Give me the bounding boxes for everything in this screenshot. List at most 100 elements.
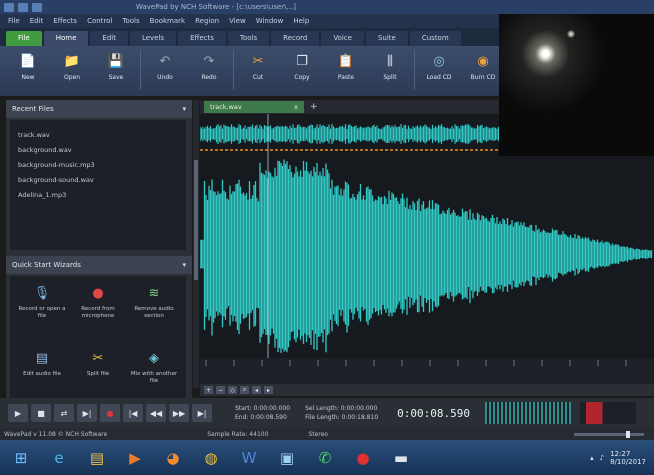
zoom-selection-icon[interactable]: ⌕ [240,386,249,394]
menu-item[interactable]: Bookmark [150,17,185,25]
app-icon[interactable]: ▣ [270,443,304,473]
window-title: WavePad by NCH Software - [c:\users\user… [136,3,296,11]
file-tab[interactable]: track.wav x [204,101,304,113]
menu-item[interactable]: Control [87,17,112,25]
close-tab-icon[interactable]: x [294,103,298,111]
chrome-icon[interactable]: ◍ [194,443,228,473]
scroll-left-icon[interactable]: ◂ [252,386,261,394]
menu-item[interactable]: Tools [122,17,139,25]
zoom-in-icon[interactable]: + [204,386,213,394]
quick-start-item[interactable]: ≋ Remove audio section [128,282,180,343]
ribbon-tab[interactable]: Edit [90,31,128,46]
play-to-end-button[interactable]: ▶| [77,404,97,422]
ribbon-button[interactable]: 💾 Save [94,50,138,82]
recent-file-item[interactable]: track.wav [18,131,180,139]
ribbon-button[interactable]: ❐ Copy [280,50,324,82]
collapse-icon[interactable]: ▾ [182,105,186,113]
quick-start-item[interactable]: 🎙 Record or open a file [16,282,68,343]
volume-slider[interactable] [574,430,644,438]
open-folder-icon: 📁 [63,53,81,69]
ribbon-tab[interactable]: Custom [409,31,461,46]
menu-item[interactable]: File [8,17,20,25]
file-length: File Length: 0:00:18.810 [305,414,379,421]
add-tab-icon[interactable]: + [310,102,318,112]
stop-button[interactable]: ■ [31,404,51,422]
word-icon[interactable]: W [232,443,266,473]
menu-item[interactable]: Effects [53,17,77,25]
wavepad-icon[interactable]: ▬ [384,443,418,473]
ribbon-button[interactable]: 📋 Paste [324,50,368,82]
record-button[interactable]: ● [100,404,120,422]
back-button[interactable]: ◀◀ [146,404,166,422]
forward-button[interactable]: ▶▶ [169,404,189,422]
scroll-right-icon[interactable]: ▸ [264,386,273,394]
collapse-icon[interactable]: ▾ [182,261,186,269]
clock[interactable]: 12:27 8/10/2017 [610,450,646,466]
title-bar: WavePad by NCH Software - [c:\users\user… [0,0,654,14]
status-left: WavePad v 11.08 © NCH Software [4,430,108,438]
quick-save-icon[interactable] [18,2,28,12]
firefox-icon[interactable]: ◕ [156,443,190,473]
menu-item[interactable]: Region [195,17,219,25]
menu-item[interactable]: Window [256,17,284,25]
left-panel-scrollbar[interactable] [193,100,199,388]
network-icon[interactable]: ▴ [590,454,594,462]
split-icon: ⫼ [387,53,393,69]
quick-start-label: Record from microphone [81,306,115,319]
ribbon-button[interactable]: ⫼ Split [368,50,412,82]
ribbon-button[interactable]: ↷ Redo [187,50,231,82]
speaker-icon[interactable]: ♪ [600,454,604,462]
menu-item[interactable]: Help [293,17,309,25]
level-meter [485,402,571,424]
recent-file-item[interactable]: background.wav [18,146,180,154]
ribbon-button-label: Save [108,74,124,81]
end-button[interactable]: ▶| [192,404,212,422]
ribbon-tab[interactable]: Levels [129,31,177,46]
ribbon-separator [233,50,234,90]
ribbon-tab[interactable]: Tools [227,31,270,46]
quick-start-item[interactable]: ● Record from microphone [72,282,124,343]
app-icon[interactable] [4,2,14,12]
ribbon-separator [140,50,141,90]
ribbon-tab[interactable]: Record [271,31,320,46]
ribbon-button[interactable]: ↶ Undo [143,50,187,82]
recent-files-title: Recent Files [12,105,54,113]
quick-undo-icon[interactable] [32,2,42,12]
play-button[interactable]: ▶ [8,404,28,422]
rewind-button[interactable]: |◀ [123,404,143,422]
recent-file-item[interactable]: Adelina_1.mp3 [18,191,180,199]
wavepad-window: WavePad by NCH Software - [c:\users\user… [0,0,654,475]
whatsapp-icon[interactable]: ✆ [308,443,342,473]
recent-files-header[interactable]: Recent Files ▾ [6,100,192,118]
ribbon-tab[interactable]: Suite [365,31,408,46]
media-icon[interactable]: ▶ [118,443,152,473]
loop-button[interactable]: ⇄ [54,404,74,422]
ribbon-button[interactable]: ◎ Load CD [417,50,461,82]
ribbon-button[interactable]: 📁 Open [50,50,94,82]
menu-item[interactable]: View [229,17,246,25]
copy-icon: ❐ [296,53,308,69]
recent-file-item[interactable]: background-music.mp3 [18,161,180,169]
selection-length: Sel Length: 0:00:00.000 [305,405,378,412]
ribbon-button-label: Open [63,74,81,81]
ribbon-tab[interactable]: Voice [321,31,364,46]
recent-files-list: track.wav background.wav background-music.… [10,120,186,250]
ribbon-button[interactable]: 📄 New [6,50,50,82]
quick-start-header[interactable]: Quick Start Wizards ▾ [6,256,192,274]
record-app-icon[interactable]: ● [346,443,380,473]
save-disk-icon: 💾 [107,53,125,69]
ribbon-tab[interactable]: Effects [178,31,226,46]
zoom-fit-icon[interactable]: ◇ [228,386,237,394]
windows-orb-icon[interactable]: ⊞ [4,443,38,473]
ribbon-button-label: Paste [337,74,355,81]
recent-file-item[interactable]: background-sound.wav [18,176,180,184]
scrollbar-thumb[interactable] [194,160,198,280]
menu-item[interactable]: Edit [30,17,44,25]
ribbon-tab[interactable]: Home [43,31,89,46]
zoom-out-icon[interactable]: − [216,386,225,394]
end-time: End: 0:00:08.590 [235,414,287,421]
explorer-icon[interactable]: ▤ [80,443,114,473]
ribbon-tab[interactable]: File [6,31,42,46]
ribbon-button[interactable]: ✂ Cut [236,50,280,82]
ie-icon[interactable]: e [42,443,76,473]
